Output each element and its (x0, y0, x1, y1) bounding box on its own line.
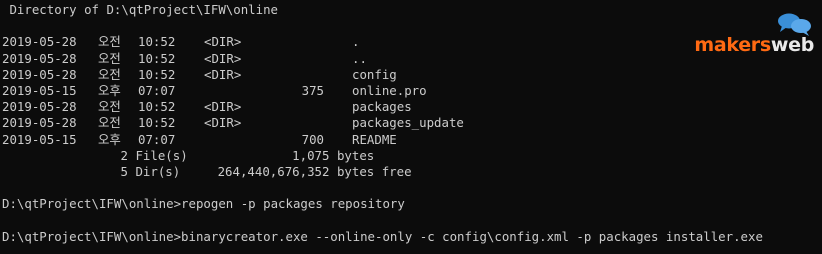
entry-size: 700 (301, 131, 324, 147)
file-bytes: 1,075 (292, 147, 330, 163)
logo-text: makersweb (694, 34, 814, 56)
summary-dirs: 5 Dir(s) 264,440,676,352 bytes free (2, 164, 820, 180)
command-line[interactable]: D:\qtProject\IFW\online>binarycreator.ex… (2, 229, 820, 245)
entry-time: 10:52 (138, 50, 176, 66)
entry-dir-tag: <DIR> (204, 66, 242, 82)
entry-dir-tag: <DIR> (204, 50, 242, 66)
directory-header-text: Directory of D:\qtProject\IFW\online (9, 2, 279, 17)
logo-text-makers: makers (694, 34, 771, 56)
directory-entry: 2019-05-28 오전 10:52 <DIR> packages_update (2, 115, 820, 131)
entry-time: 07:07 (138, 82, 176, 98)
entry-dir-tag: <DIR> (204, 99, 242, 115)
file-count-label: File(s) (135, 147, 188, 163)
entry-date: 2019-05-28 (2, 99, 77, 115)
entry-date: 2019-05-15 (2, 82, 77, 98)
entry-name: packages_update (352, 115, 464, 131)
directory-entry: 2019-05-28 오전 10:52 <DIR> packages (2, 99, 820, 115)
entry-time: 10:52 (138, 99, 176, 115)
makersweb-logo: makersweb (674, 12, 814, 62)
entry-name: .. (352, 50, 367, 66)
entry-name: README (352, 131, 397, 147)
dir-count: 5 (120, 163, 128, 179)
entry-date: 2019-05-28 (2, 50, 77, 66)
directory-entry: 2019-05-28 오전 10:52 <DIR> config (2, 67, 820, 83)
entry-ampm: 오전 (98, 34, 121, 50)
directory-entry: 2019-05-15 오후 07:07 700 README (2, 132, 820, 148)
command-text[interactable]: binarycreator.exe --online-only -c confi… (181, 229, 763, 244)
command-prompt: D:\qtProject\IFW\online> (2, 228, 182, 244)
entry-time: 07:07 (138, 131, 176, 147)
summary-files: 2 File(s) 1,075 bytes (2, 148, 820, 164)
entry-date: 2019-05-28 (2, 34, 77, 50)
logo-text-web: web (770, 34, 814, 56)
entry-date: 2019-05-28 (2, 66, 77, 82)
entry-dir-tag: <DIR> (204, 34, 242, 50)
entry-ampm: 오전 (98, 50, 121, 66)
command-prompt: D:\qtProject\IFW\online> (2, 196, 182, 212)
entry-date: 2019-05-28 (2, 115, 77, 131)
entry-time: 10:52 (138, 66, 176, 82)
entry-ampm: 오전 (98, 66, 121, 82)
dir-count-label: Dir(s) (135, 163, 181, 179)
entry-time: 10:52 (138, 115, 176, 131)
command-line[interactable]: D:\qtProject\IFW\online>repogen -p packa… (2, 196, 820, 212)
entry-date: 2019-05-15 (2, 131, 77, 147)
file-bytes-suffix: bytes (336, 147, 375, 163)
entry-ampm: 오전 (98, 115, 121, 131)
free-bytes: 264,440,676,352 (217, 163, 330, 179)
entry-dir-tag: <DIR> (204, 115, 242, 131)
entry-ampm: 오전 (98, 99, 121, 115)
entry-name: config (352, 66, 397, 82)
entry-name: . (352, 34, 360, 50)
free-bytes-suffix: bytes free (336, 163, 412, 179)
file-count: 2 (120, 147, 128, 163)
entry-size: 375 (301, 82, 324, 98)
entry-ampm: 오후 (98, 131, 121, 147)
command-text[interactable]: repogen -p packages repository (181, 196, 405, 211)
entry-ampm: 오후 (98, 82, 121, 98)
entry-name: packages (352, 99, 412, 115)
entry-time: 10:52 (138, 34, 176, 50)
directory-entry: 2019-05-15 오후 07:07 375 online.pro (2, 83, 820, 99)
entry-name: online.pro (352, 82, 427, 98)
